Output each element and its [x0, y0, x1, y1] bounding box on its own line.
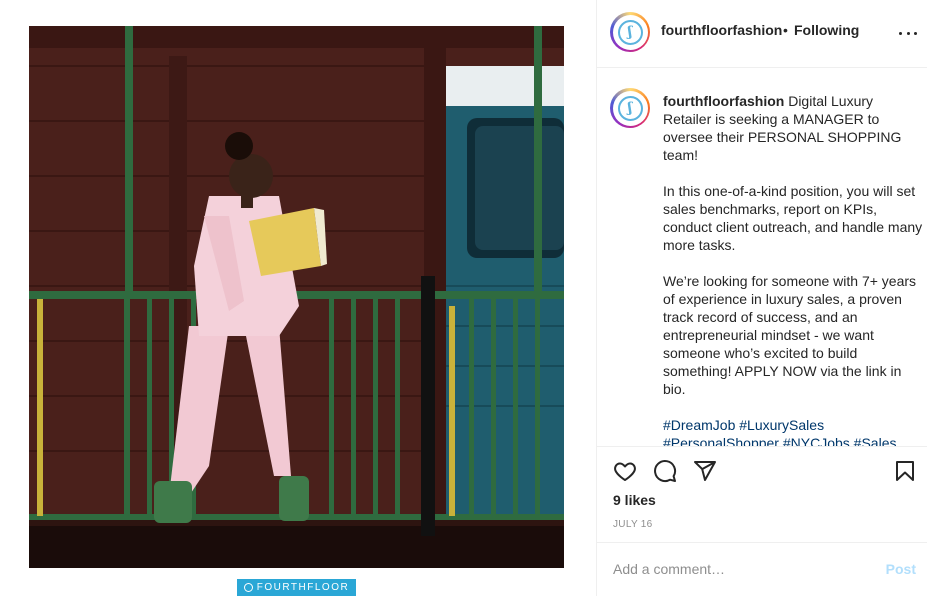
avatar[interactable]: ʃ — [610, 12, 650, 52]
brand-watermark: FOURTHFLOOR — [237, 579, 356, 596]
likes-count[interactable]: 9 likes — [613, 492, 656, 508]
more-options-icon[interactable] — [899, 24, 917, 42]
header-separator: • — [783, 22, 788, 38]
caption-paragraph-3: We’re looking for someone with 7+ years … — [663, 273, 920, 397]
comment-input[interactable]: Add a comment… — [613, 561, 725, 577]
caption-hashtags[interactable]: #DreamJob #LuxurySales #PersonalShopper … — [663, 417, 900, 446]
brand-logo-icon: ʃ — [617, 95, 643, 121]
post-media: FOURTHFLOOR — [0, 0, 596, 596]
brand-logo-icon — [243, 583, 253, 592]
post-actions: 9 likes JULY 16 — [597, 446, 927, 542]
comment-icon[interactable] — [651, 457, 679, 485]
caption-paragraph-2: In this one-of-a-kind position, you will… — [663, 183, 927, 253]
instagram-post-view: FOURTHFLOOR ʃ fourthfloorfashion • Follo… — [0, 0, 927, 596]
paper-plane-icon[interactable] — [691, 457, 719, 485]
brand-strip-text: FOURTHFLOOR — [256, 582, 350, 593]
caption-username[interactable]: fourthfloorfashion — [663, 93, 784, 109]
add-comment-bar: Add a comment… Post — [597, 542, 927, 596]
post-header: ʃ fourthfloorfashion • Following — [597, 0, 927, 68]
post-photo[interactable] — [29, 26, 564, 568]
brand-logo-icon: ʃ — [617, 19, 643, 45]
comments-section[interactable]: ʃ fourthfloorfashion Digital Luxury Reta… — [597, 69, 927, 446]
post-side-panel: ʃ fourthfloorfashion • Following ʃ fourt… — [596, 0, 927, 596]
post-comment-button[interactable]: Post — [886, 561, 916, 577]
heart-icon[interactable] — [611, 457, 639, 485]
caption-avatar[interactable]: ʃ — [610, 88, 650, 128]
post-date: JULY 16 — [613, 519, 653, 530]
post-caption: fourthfloorfashion Digital Luxury Retail… — [663, 92, 923, 446]
following-button[interactable]: Following — [794, 22, 859, 38]
bookmark-icon[interactable] — [891, 457, 919, 485]
header-username[interactable]: fourthfloorfashion — [661, 22, 782, 38]
